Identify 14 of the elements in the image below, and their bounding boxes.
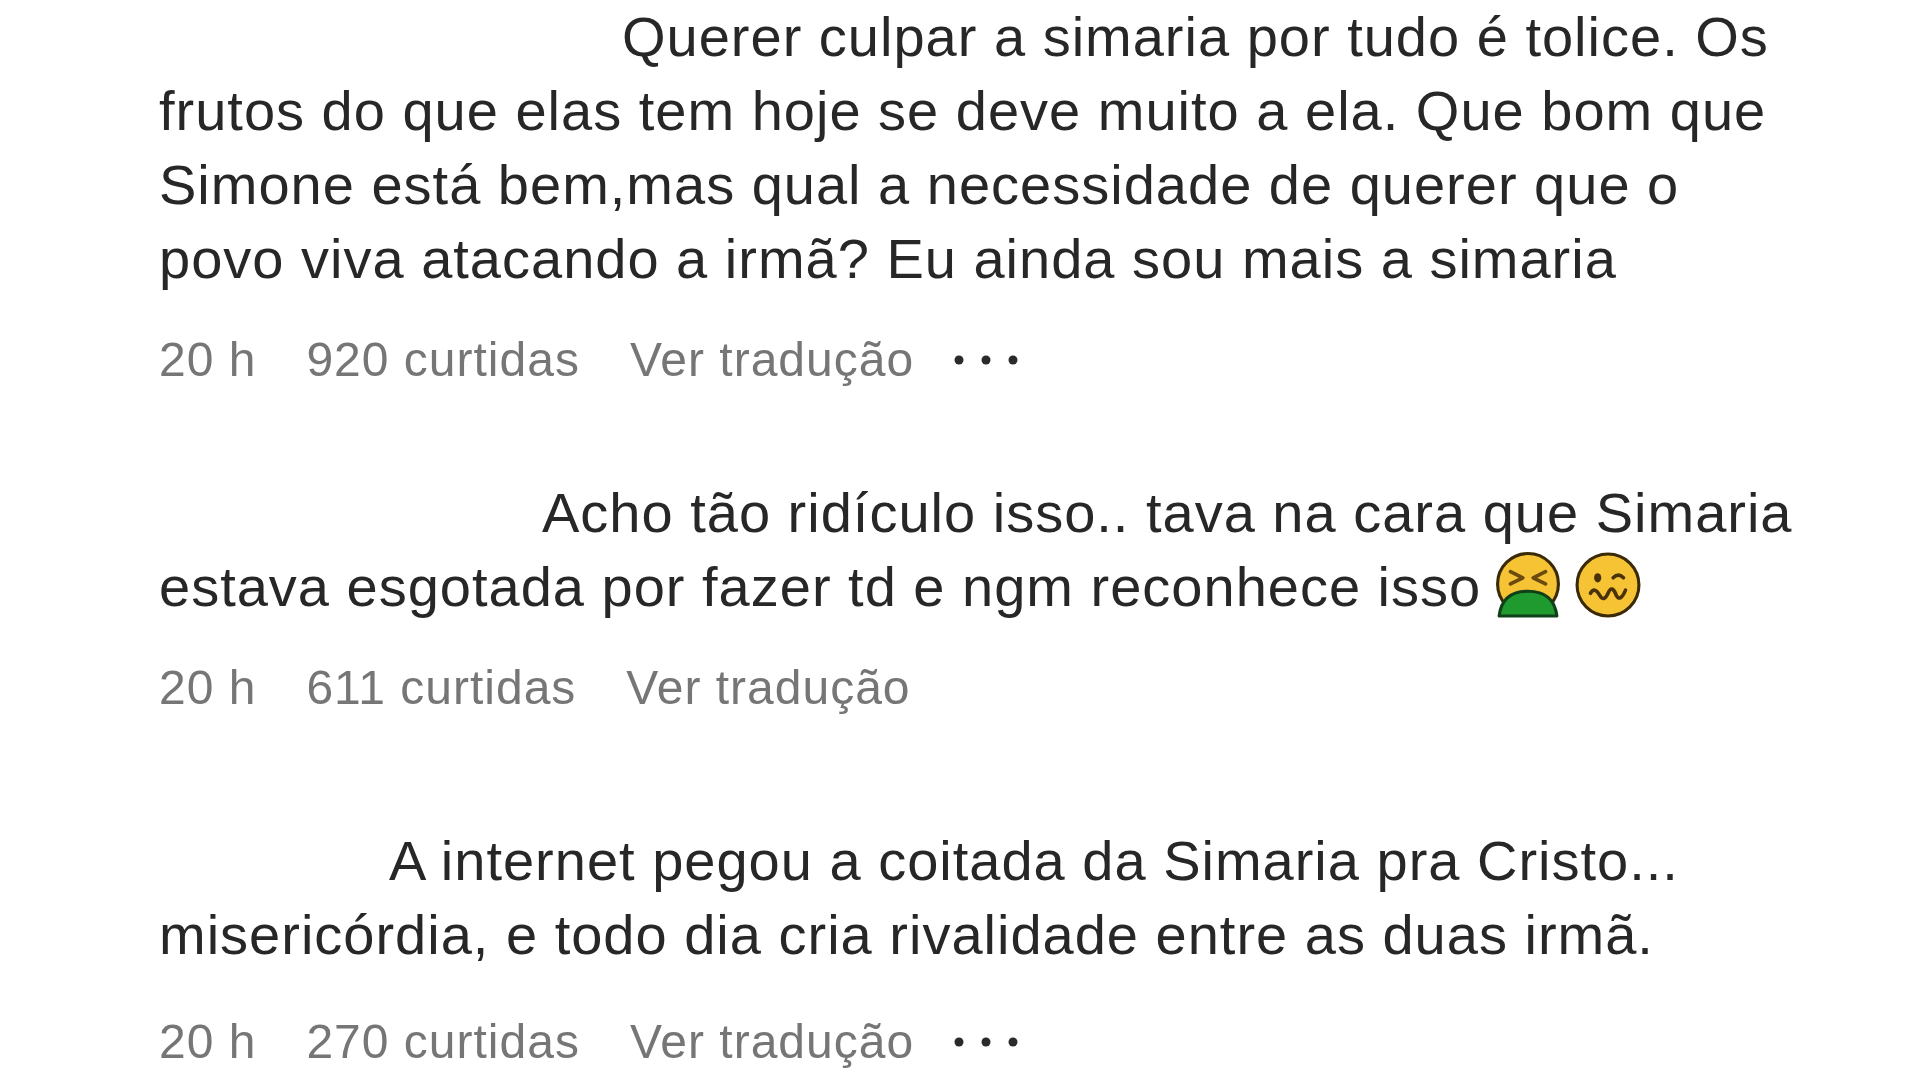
likes-count-button[interactable]: 611 curtidas	[306, 662, 577, 714]
comment-time: 20 h	[159, 662, 257, 714]
likes-count-button[interactable]: 270 curtidas	[306, 1016, 580, 1068]
see-translation-link[interactable]: Ver tradução	[629, 1016, 915, 1068]
comment-time: 20 h	[159, 1016, 257, 1068]
comment-text: A internet pegou a coitada da Simaria pra Cristo... misericórdia, e todo dia cria rivalidade entre as duas irmã.	[159, 829, 1679, 966]
ellipsis-icon[interactable]	[954, 1037, 1019, 1047]
see-translation-link[interactable]: Ver tradução	[629, 334, 915, 386]
see-translation-link[interactable]: Ver tradução	[626, 662, 911, 714]
comment-text: Querer culpar a simaria por tudo é tolice. Os frutos do que elas tem hoje se deve muito a ela. Que bom que Simone está bem,mas qual a necessidade de querer que o povo viva atacando a irmã? Eu ainda sou mais a simaria	[159, 5, 1769, 290]
ellipsis-icon[interactable]	[954, 355, 1019, 365]
likes-count-button[interactable]: 920 curtidas	[306, 334, 580, 386]
comment-time: 20 h	[159, 334, 257, 386]
comment-text: Acho tão ridículo isso.. tava na cara que Simaria estava esgotada por fazer td e ngm reconhece isso	[159, 481, 1793, 618]
